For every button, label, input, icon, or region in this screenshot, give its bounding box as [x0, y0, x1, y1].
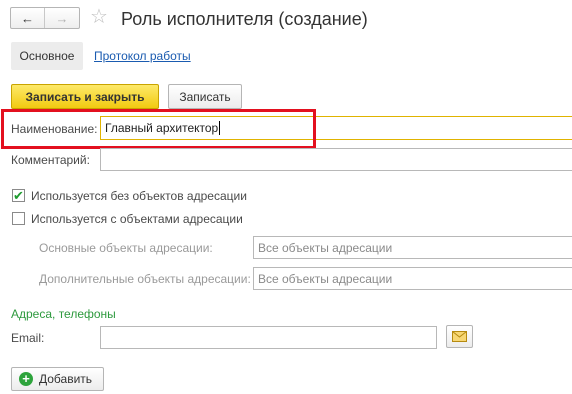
arrow-left-icon: ← [21, 10, 34, 26]
email-field[interactable] [100, 326, 437, 349]
no-objects-checkbox[interactable]: ✔ [12, 189, 25, 202]
contacts-section-title: Адреса, телефоны [11, 307, 116, 321]
comment-field[interactable] [100, 148, 572, 171]
extra-objects-value: Все объекты адресации [258, 271, 393, 286]
save-button[interactable]: Записать [168, 84, 242, 109]
main-objects-value: Все объекты адресации [258, 240, 393, 255]
main-objects-label: Основные объекты адресации: [39, 241, 213, 255]
forward-button[interactable]: → [45, 8, 79, 28]
extra-objects-field[interactable]: Все объекты адресации [253, 267, 572, 290]
add-button[interactable]: + Добавить [11, 367, 104, 391]
tab-main[interactable]: Основное [11, 42, 83, 70]
send-email-button[interactable] [446, 325, 473, 348]
favorite-star-icon[interactable]: ☆ [90, 5, 108, 29]
with-objects-checkbox[interactable] [12, 212, 25, 225]
save-and-close-button[interactable]: Записать и закрыть [11, 84, 159, 109]
highlight-frame [1, 109, 316, 149]
arrow-right-icon: → [55, 10, 69, 26]
envelope-icon [452, 331, 467, 342]
extra-objects-label: Дополнительные объекты адресации: [39, 272, 251, 286]
add-button-label: Добавить [39, 372, 93, 386]
with-objects-checkbox-label[interactable]: Используется с объектами адресации [31, 211, 243, 227]
navigation-buttons: ← → [10, 7, 80, 29]
main-objects-field[interactable]: Все объекты адресации [253, 236, 572, 259]
plus-icon: + [19, 372, 33, 386]
no-objects-checkbox-label[interactable]: Используется без объектов адресации [31, 188, 247, 204]
back-button[interactable]: ← [11, 8, 46, 28]
comment-label: Комментарий: [11, 153, 90, 167]
checkmark-icon: ✔ [13, 187, 24, 203]
email-label: Email: [11, 331, 45, 345]
page-title: Роль исполнителя (создание) [121, 9, 368, 29]
tab-work-log[interactable]: Протокол работы [94, 48, 191, 64]
